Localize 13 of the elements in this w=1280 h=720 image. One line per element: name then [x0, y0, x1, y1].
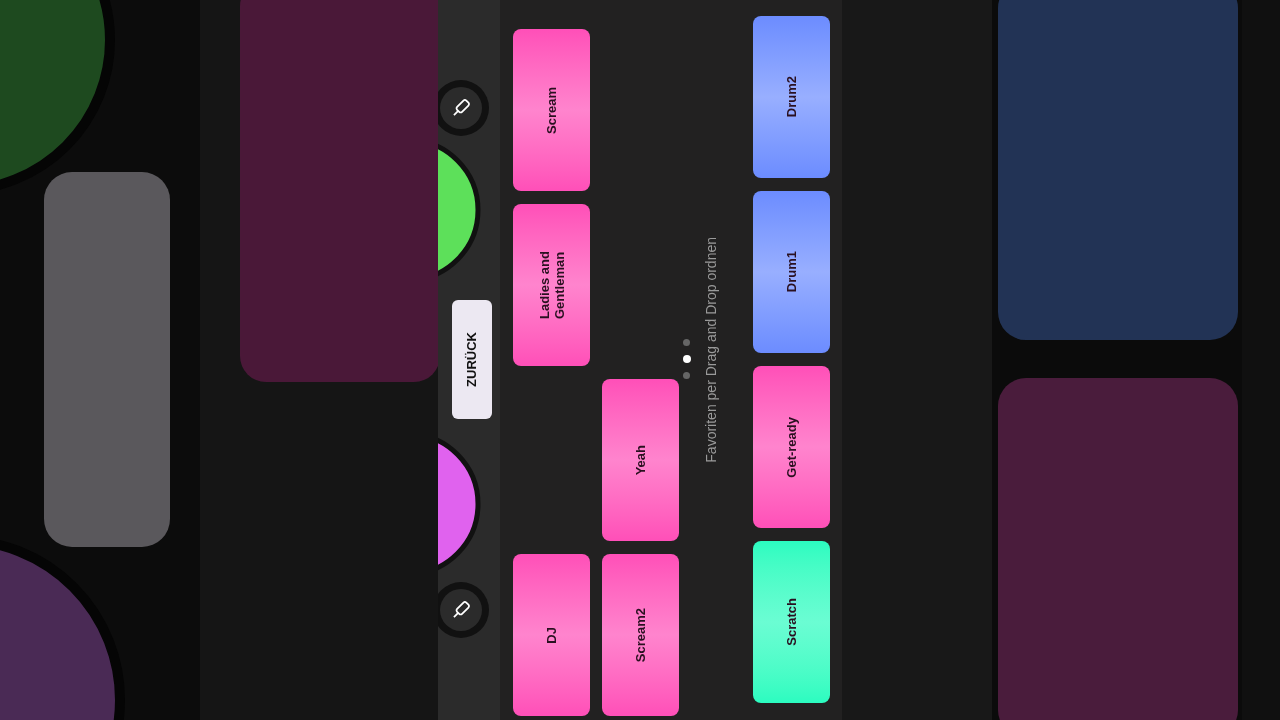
sound-pad[interactable]: Drum1: [753, 191, 830, 353]
sound-pad[interactable]: Drum2: [753, 16, 830, 178]
sound-pad[interactable]: Get-ready: [753, 366, 830, 528]
sound-pad[interactable]: Scratch: [753, 541, 830, 703]
sound-pad[interactable]: Ladies and Gentleman: [513, 204, 590, 366]
hint-text: Favoriten per Drag and Drop ordnen: [702, 237, 720, 463]
edit-button[interactable]: [438, 80, 489, 136]
sound-pad[interactable]: Yeah: [602, 379, 679, 541]
sound-pad[interactable]: DJ: [513, 554, 590, 716]
sound-pad[interactable]: Scream: [513, 29, 590, 191]
sound-pad[interactable]: Scream2: [602, 554, 679, 716]
edit-button[interactable]: [438, 582, 489, 638]
back-button[interactable]: ZURÜCK: [452, 300, 492, 419]
